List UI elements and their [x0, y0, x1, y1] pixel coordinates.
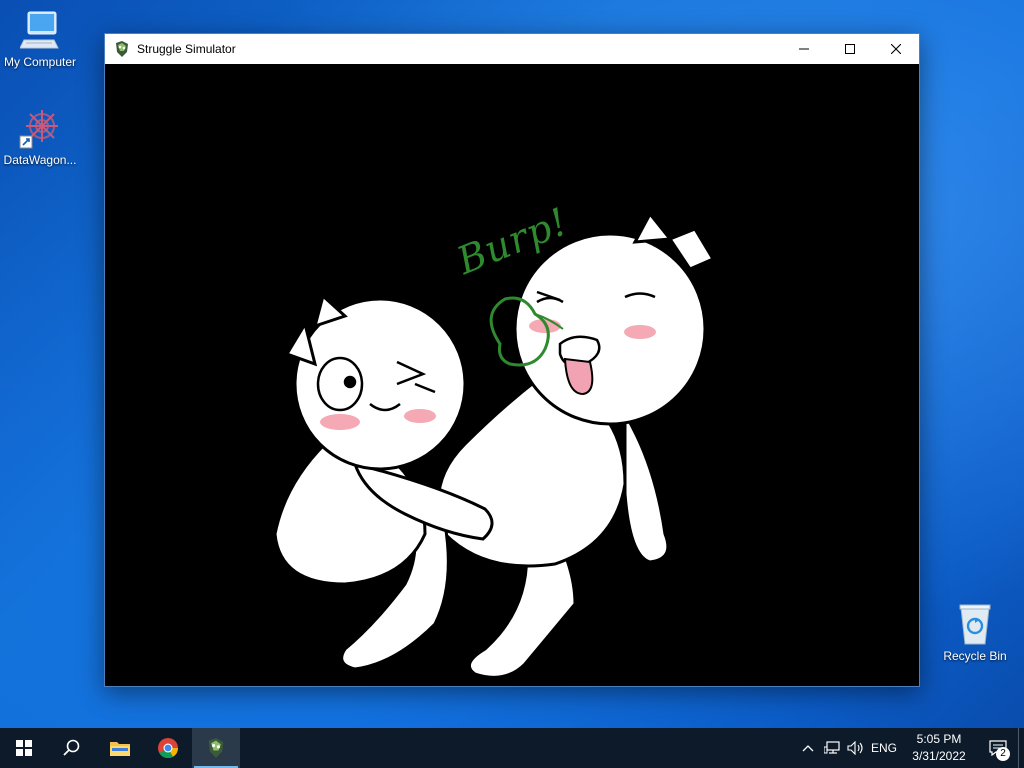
desktop-icon-recycle-bin[interactable]: Recycle Bin: [935, 602, 1015, 663]
chrome-icon: [158, 738, 179, 759]
close-button[interactable]: [873, 34, 919, 64]
right-character: [436, 211, 716, 679]
windows-logo-icon: [16, 740, 32, 756]
recycle-bin-icon: [959, 604, 991, 645]
window-title: Struggle Simulator: [137, 42, 236, 56]
clock-date: 3/31/2022: [912, 749, 966, 763]
struggle-simulator-task[interactable]: [192, 728, 240, 768]
taskbar: ENG 5:05 PM 3/31/2022 2: [0, 728, 1024, 768]
speaker-icon: [847, 741, 863, 755]
close-icon: [891, 44, 901, 54]
chrome-button[interactable]: [144, 728, 192, 768]
chevron-up-icon: [802, 745, 814, 752]
network-button[interactable]: [820, 728, 844, 768]
struggle-simulator-icon: [116, 41, 128, 57]
struggle-simulator-window[interactable]: Struggle Simulator Burp!: [104, 33, 920, 687]
datawagon-app-icon: [19, 110, 58, 149]
cartoon-scene-illustration: [273, 211, 716, 679]
window-titlebar[interactable]: Struggle Simulator: [105, 34, 919, 64]
desktop-icon-my-computer[interactable]: My Computer: [0, 10, 80, 69]
minimize-button[interactable]: [781, 34, 827, 64]
struggle-simulator-icon: [208, 738, 224, 758]
start-button[interactable]: [0, 728, 48, 768]
network-icon: [824, 741, 840, 754]
clock-time: 5:05 PM: [916, 732, 962, 746]
desktop-icon-datawagon[interactable]: DataWagon...: [0, 106, 80, 167]
show-hidden-icons-button[interactable]: [796, 728, 820, 768]
minimize-icon: [799, 48, 809, 50]
input-language[interactable]: ENG: [868, 741, 900, 755]
file-explorer-button[interactable]: [96, 728, 144, 768]
notification-count-badge: 2: [996, 747, 1010, 761]
volume-button[interactable]: [844, 728, 868, 768]
search-button[interactable]: [48, 728, 96, 768]
maximize-button[interactable]: [827, 34, 873, 64]
search-icon: [63, 739, 80, 756]
maximize-icon: [845, 44, 855, 54]
game-canvas[interactable]: Burp!: [105, 64, 919, 686]
system-tray: ENG 5:05 PM 3/31/2022 2: [796, 728, 1024, 768]
show-desktop-button[interactable]: [1018, 728, 1024, 768]
folder-icon: [110, 742, 130, 756]
clock[interactable]: 5:05 PM 3/31/2022: [900, 731, 978, 765]
computer-icon: [20, 11, 59, 49]
action-center-button[interactable]: 2: [978, 728, 1018, 768]
